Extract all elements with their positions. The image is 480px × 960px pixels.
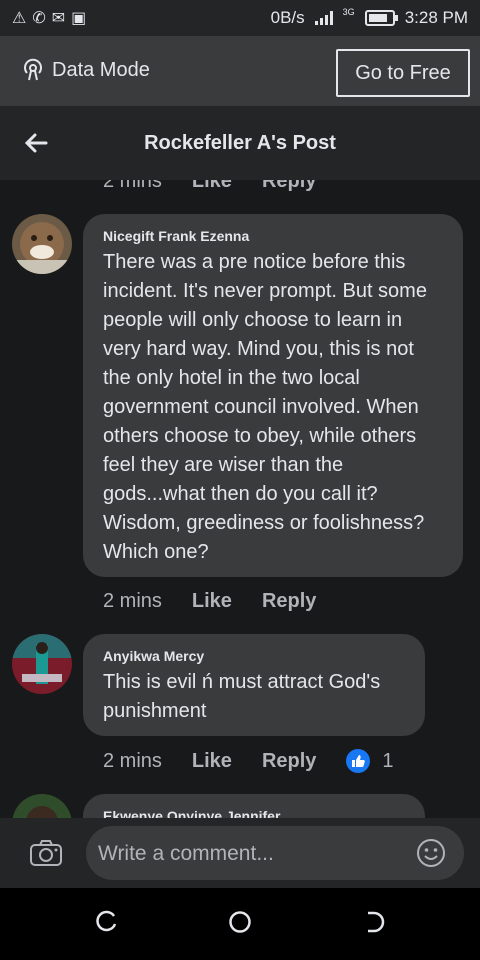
reply-button[interactable]: Reply: [262, 180, 316, 193]
comment-input[interactable]: Write a comment...: [86, 826, 464, 880]
comment-text: There was a pre notice before this incid…: [103, 251, 427, 563]
status-bar: ⚠ ✆ ✉ ▣ 0B/s 3G 3:28 PM: [0, 0, 480, 36]
like-button[interactable]: Like: [192, 180, 232, 193]
data-mode-indicator: Data Mode: [22, 58, 150, 82]
comment-author[interactable]: Anyikwa Mercy: [103, 648, 405, 664]
reply-button[interactable]: Reply: [262, 750, 316, 773]
whatsapp-icon: ✆: [32, 10, 46, 27]
clock: 3:28 PM: [404, 8, 468, 27]
comment-author[interactable]: Nicegift Frank Ezenna: [103, 228, 443, 244]
comment-bubble[interactable]: Nicegift Frank Ezenna There was a pre no…: [83, 214, 463, 577]
like-button[interactable]: Like: [192, 750, 232, 773]
comment-actions: 2 mins Like Reply: [103, 180, 316, 193]
data-mode-label: Data Mode: [52, 58, 150, 81]
comment-text: This is evil ń must attract God's punish…: [103, 671, 381, 722]
screenshot-icon: ▣: [71, 10, 87, 27]
network-type: 3G: [342, 7, 355, 17]
page-title: Rockefeller A's Post: [144, 132, 336, 154]
comment-time: 2 mins: [103, 749, 162, 772]
like-button[interactable]: Like: [192, 590, 232, 613]
home-icon[interactable]: [228, 910, 252, 939]
net-speed: 0B/s: [270, 8, 305, 27]
comment-actions: 2 mins Like Reply: [103, 590, 316, 613]
avatar[interactable]: [12, 214, 72, 274]
system-navigation-bar: [0, 888, 480, 960]
comment-placeholder: Write a comment...: [98, 842, 274, 865]
avatar[interactable]: [12, 634, 72, 694]
avatar[interactable]: [12, 794, 72, 818]
emoji-icon[interactable]: [416, 838, 446, 873]
warning-icon: ⚠: [12, 10, 27, 27]
reaction-count: 1: [382, 749, 394, 772]
notification-icons: ⚠ ✆ ✉ ▣: [12, 8, 86, 28]
comment-bubble[interactable]: Ekwenye Onyinye Jennifer: [83, 794, 425, 818]
go-to-free-button[interactable]: Go to Free: [336, 49, 470, 97]
comment-composer: Write a comment...: [0, 818, 480, 888]
reaction-summary[interactable]: 1: [346, 749, 394, 773]
data-mode-bar: Data Mode Go to Free: [0, 36, 480, 106]
mail-icon: ✉: [51, 10, 66, 27]
post-header: Rockefeller A's Post: [0, 106, 480, 180]
recent-apps-icon[interactable]: [95, 910, 119, 939]
battery-icon: [364, 10, 398, 26]
broadcast-icon: [24, 58, 42, 81]
comments-list[interactable]: 2 mins Like Reply Nicegift Frank Ezenna …: [0, 180, 480, 818]
comment-author[interactable]: Ekwenye Onyinye Jennifer: [103, 808, 405, 818]
back-icon[interactable]: [362, 910, 386, 939]
signal-icon: [314, 11, 333, 25]
comment-actions: 2 mins Like Reply 1: [103, 749, 394, 773]
comment-time: 2 mins: [103, 590, 162, 612]
thumbs-up-icon: [346, 749, 371, 773]
camera-icon[interactable]: [30, 840, 62, 871]
comment-time: 2 mins: [103, 180, 162, 192]
reply-button[interactable]: Reply: [262, 590, 316, 613]
comment-bubble[interactable]: Anyikwa Mercy This is evil ń must attrac…: [83, 634, 425, 736]
